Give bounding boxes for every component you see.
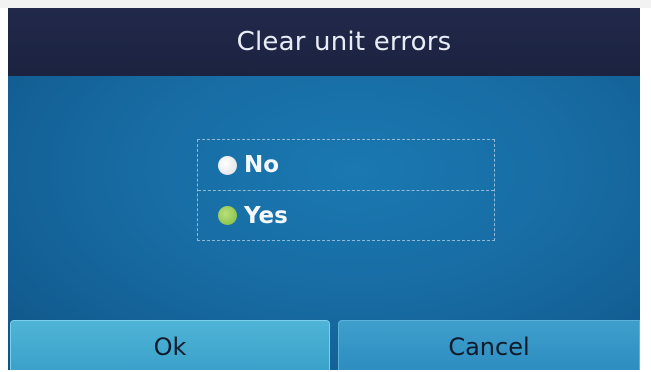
option-no[interactable]: No: [198, 140, 494, 190]
option-yes-label: Yes: [244, 202, 288, 229]
cancel-button[interactable]: Cancel: [338, 320, 640, 370]
device-frame: Clear unit errors No Yes Ok Cancel: [0, 0, 651, 372]
option-yes[interactable]: Yes: [198, 190, 494, 240]
ok-button[interactable]: Ok: [10, 320, 330, 370]
device-screen: Clear unit errors No Yes Ok Cancel: [8, 8, 640, 370]
cancel-button-label: Cancel: [448, 333, 530, 361]
ok-button-label: Ok: [153, 333, 187, 361]
radio-selected-icon[interactable]: [218, 206, 237, 225]
top-strip: [0, 0, 651, 8]
radio-unselected-icon[interactable]: [218, 155, 237, 175]
option-no-label: No: [244, 152, 280, 178]
radio-option-group: No Yes: [197, 139, 495, 241]
dialog-title: Clear unit errors: [236, 27, 452, 57]
title-bar: Clear unit errors: [8, 8, 640, 76]
